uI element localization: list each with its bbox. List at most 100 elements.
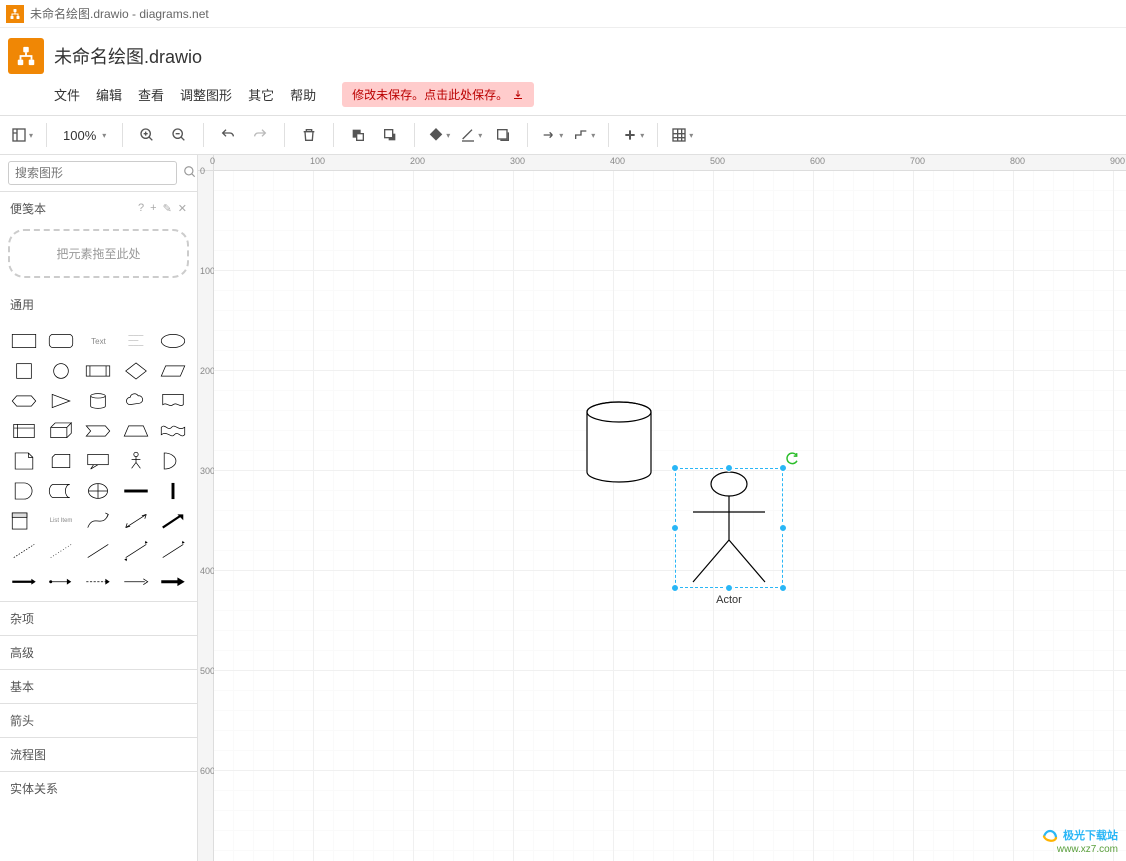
shape-square[interactable] (8, 359, 39, 383)
category-flowchart[interactable]: 流程图 (0, 737, 197, 771)
menu-arrange[interactable]: 调整图形 (180, 85, 232, 104)
shape-and[interactable] (8, 479, 39, 503)
category-entity[interactable]: 实体关系 (0, 771, 197, 805)
shape-cloud[interactable] (120, 389, 151, 413)
view-layout-button[interactable]: ▾ (8, 121, 36, 149)
shape-collate[interactable] (83, 479, 114, 503)
shape-document[interactable] (158, 389, 189, 413)
to-front-button[interactable] (344, 121, 372, 149)
undo-button[interactable] (214, 121, 242, 149)
menu-file[interactable]: 文件 (54, 85, 80, 104)
shape-note[interactable] (8, 449, 39, 473)
shape-cube[interactable] (45, 419, 76, 443)
shape-step[interactable] (83, 419, 114, 443)
redo-button[interactable] (246, 121, 274, 149)
shape-connector-5[interactable] (158, 569, 189, 593)
menu-help[interactable]: 帮助 (290, 85, 316, 104)
sidebar: 便笺本 ? + ✎ ✕ 把元素拖至此处 通用 Text ———————— (0, 155, 198, 861)
shape-triangle[interactable] (45, 389, 76, 413)
actor-shape-selected[interactable]: Actor (675, 468, 783, 588)
plus-icon[interactable]: + (150, 202, 156, 215)
zoom-in-button[interactable] (133, 121, 161, 149)
dropdown-arrow-icon: ▾ (446, 131, 450, 140)
category-advanced[interactable]: 高级 (0, 635, 197, 669)
shape-data-storage[interactable] (45, 479, 76, 503)
menu-edit[interactable]: 编辑 (96, 85, 122, 104)
insert-button[interactable]: ▾ (619, 121, 647, 149)
shape-process[interactable] (83, 359, 114, 383)
unsaved-warning[interactable]: 修改未保存。点击此处保存。 (342, 82, 534, 107)
shape-bidir-thin[interactable] (120, 539, 151, 563)
shape-thick-line-v[interactable] (158, 479, 189, 503)
scratchpad-header[interactable]: 便笺本 ? + ✎ ✕ (0, 192, 197, 225)
resize-handle-se[interactable] (779, 584, 787, 592)
canvas-area: 0100200300400500600700800900 01002003004… (198, 155, 1126, 861)
menu-view[interactable]: 查看 (138, 85, 164, 104)
shape-ellipse[interactable] (158, 329, 189, 353)
shape-dotted-line[interactable] (45, 539, 76, 563)
shape-thick-line[interactable] (120, 479, 151, 503)
shape-parallelogram[interactable] (158, 359, 189, 383)
shape-connector-3[interactable] (83, 569, 114, 593)
shape-curve[interactable] (83, 509, 114, 533)
shape-card[interactable] (45, 449, 76, 473)
shape-hexagon[interactable] (8, 389, 39, 413)
shape-tape[interactable] (158, 419, 189, 443)
edit-icon[interactable]: ✎ (163, 202, 172, 215)
shape-callout[interactable] (83, 449, 114, 473)
help-icon[interactable]: ? (138, 202, 144, 215)
main-area: 便笺本 ? + ✎ ✕ 把元素拖至此处 通用 Text ———————— (0, 155, 1126, 861)
menu-extras[interactable]: 其它 (248, 85, 274, 104)
category-basic[interactable]: 基本 (0, 669, 197, 703)
category-arrows[interactable]: 箭头 (0, 703, 197, 737)
shape-trapezoid[interactable] (120, 419, 151, 443)
close-icon[interactable]: ✕ (178, 202, 187, 215)
fill-color-button[interactable]: ▾ (425, 121, 453, 149)
shape-actor[interactable] (120, 449, 151, 473)
shape-connector-4[interactable] (120, 569, 151, 593)
resize-handle-sw[interactable] (671, 584, 679, 592)
shape-internal-storage[interactable] (8, 419, 39, 443)
shape-cylinder[interactable] (83, 389, 114, 413)
shape-text[interactable]: Text (83, 329, 114, 353)
shape-connector-2[interactable] (45, 569, 76, 593)
shape-arrow[interactable] (158, 509, 189, 533)
shape-dir-thin[interactable] (158, 539, 189, 563)
line-color-button[interactable]: ▾ (457, 121, 485, 149)
shape-rectangle[interactable] (8, 329, 39, 353)
shape-line[interactable] (83, 539, 114, 563)
resize-handle-w[interactable] (671, 524, 679, 532)
rotate-handle[interactable] (785, 452, 799, 466)
waypoint-button[interactable]: ▾ (570, 121, 598, 149)
shape-or[interactable] (158, 449, 189, 473)
general-header[interactable]: 通用 (0, 288, 197, 321)
shape-diamond[interactable] (120, 359, 151, 383)
shadow-button[interactable] (489, 121, 517, 149)
shape-dashed-line[interactable] (8, 539, 39, 563)
search-input[interactable] (8, 161, 177, 185)
scratchpad-drop-zone[interactable]: 把元素拖至此处 (8, 229, 189, 278)
resize-handle-s[interactable] (725, 584, 733, 592)
shape-connector-1[interactable] (8, 569, 39, 593)
document-title[interactable]: 未命名绘图.drawio (54, 43, 202, 69)
shape-list[interactable] (8, 509, 39, 533)
delete-button[interactable] (295, 121, 323, 149)
cylinder-shape[interactable] (585, 400, 653, 484)
search-icon[interactable] (183, 165, 197, 182)
connection-button[interactable]: ▾ (538, 121, 566, 149)
canvas[interactable]: Actor (214, 171, 1126, 861)
shape-rounded-rect[interactable] (45, 329, 76, 353)
actor-label[interactable]: Actor (716, 594, 742, 606)
to-back-button[interactable] (376, 121, 404, 149)
table-button[interactable]: ▾ (668, 121, 696, 149)
resize-handle-nw[interactable] (671, 464, 679, 472)
shape-textbox[interactable]: ———————— (120, 329, 151, 353)
resize-handle-e[interactable] (779, 524, 787, 532)
zoom-selector[interactable]: 100%▾ (57, 128, 112, 143)
shape-bidir-arrow[interactable] (120, 509, 151, 533)
resize-handle-n[interactable] (725, 464, 733, 472)
category-misc[interactable]: 杂项 (0, 601, 197, 635)
shape-list-item[interactable]: List Item (45, 509, 76, 533)
zoom-out-button[interactable] (165, 121, 193, 149)
shape-circle[interactable] (45, 359, 76, 383)
